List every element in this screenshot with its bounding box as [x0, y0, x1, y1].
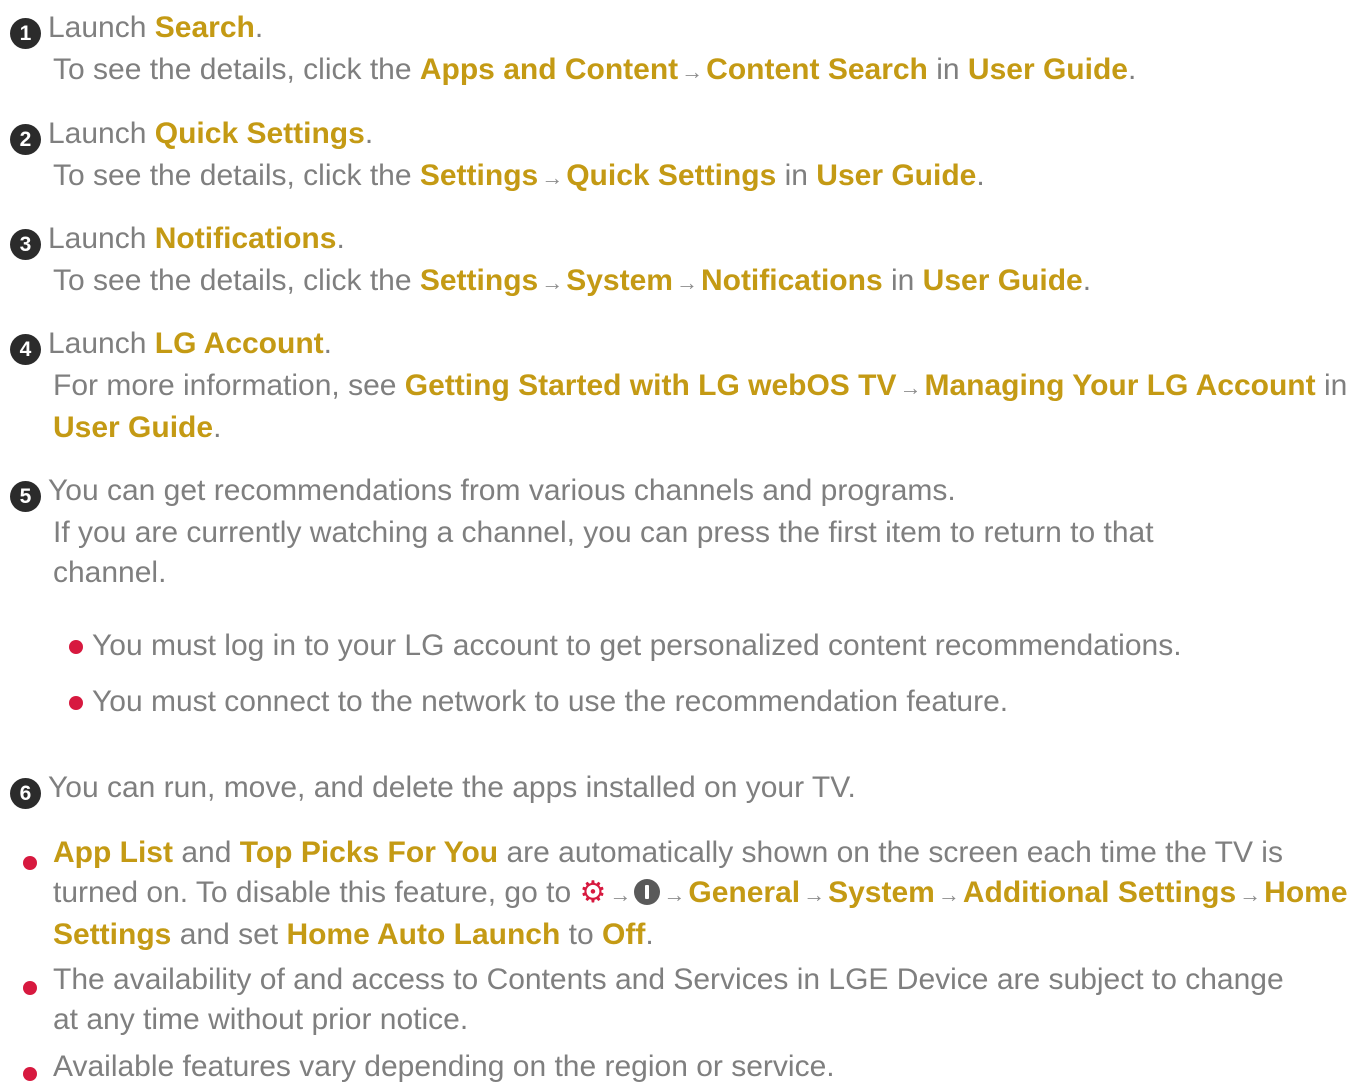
step-text: You can run, move, and delete the apps i…	[48, 771, 856, 804]
step-number-badge: 1	[10, 18, 41, 49]
step-number-badge: 5	[10, 481, 41, 512]
managing-account-link[interactable]: Managing Your LG Account	[925, 369, 1316, 402]
additional-settings-link[interactable]: Additional Settings	[963, 876, 1236, 909]
arrow-right-icon: →	[681, 59, 704, 84]
more-icon	[634, 879, 661, 905]
notifications-link[interactable]: Notifications	[155, 222, 337, 255]
step-2: 2 Launch Quick Settings.	[10, 114, 1355, 155]
step-text: You can get recommendations from various…	[48, 474, 956, 507]
bullet-icon	[23, 856, 37, 870]
arrow-right-icon: →	[609, 882, 632, 907]
list-item: You must log in to your LG account to ge…	[92, 629, 1182, 662]
step-3-detail: To see the details, click the Settings → S…	[53, 264, 1092, 297]
system-link[interactable]: System	[566, 264, 673, 297]
apps-and-content-link[interactable]: Apps and Content	[420, 53, 678, 86]
note-home-auto-launch: App List and Top Picks For You are autom…	[53, 836, 1348, 951]
step-2-detail: To see the details, click the Settings → Q…	[53, 159, 985, 192]
step-6: 6 You can run, move, and delete the apps …	[10, 768, 1355, 809]
step-5-detail: If you are currently watching a channel,…	[53, 516, 1154, 589]
arrow-right-icon: →	[1239, 882, 1262, 907]
user-guide-link[interactable]: User Guide	[816, 159, 976, 192]
notifications-link[interactable]: Notifications	[701, 264, 883, 297]
settings-link[interactable]: Settings	[420, 264, 538, 297]
top-picks-link[interactable]: Top Picks For You	[240, 836, 498, 869]
off-value: Off	[602, 918, 646, 951]
arrow-right-icon: →	[675, 270, 698, 295]
step-number-badge: 2	[10, 124, 41, 155]
list-item: You must connect to the network to use t…	[92, 685, 1009, 718]
settings-link[interactable]: Settings	[420, 159, 538, 192]
arrow-right-icon: →	[899, 375, 922, 400]
quick-settings-link[interactable]: Quick Settings	[155, 117, 365, 150]
step-text: Launch	[48, 11, 155, 44]
app-list-link[interactable]: App List	[53, 836, 173, 869]
content-search-link[interactable]: Content Search	[706, 53, 928, 86]
quick-settings-link[interactable]: Quick Settings	[566, 159, 776, 192]
arrow-right-icon: →	[663, 882, 686, 907]
search-link[interactable]: Search	[155, 11, 255, 44]
user-guide-link[interactable]: User Guide	[53, 411, 213, 444]
step-5: 5 You can get recommendations from variou…	[10, 471, 1355, 512]
user-guide-link[interactable]: User Guide	[968, 53, 1128, 86]
step-4: 4 Launch LG Account.	[10, 324, 1355, 365]
lg-account-link[interactable]: LG Account	[155, 327, 324, 360]
step-3: 3 Launch Notifications.	[10, 219, 1355, 260]
step-4-detail: For more information, see Getting Starte…	[53, 369, 1348, 444]
general-link[interactable]: General	[688, 876, 800, 909]
user-guide-link[interactable]: User Guide	[923, 264, 1083, 297]
step-1-detail: To see the details, click the Apps and C…	[53, 53, 1137, 86]
step-number-badge: 6	[10, 778, 41, 809]
note-availability: The availability of and access to Conten…	[53, 963, 1284, 1036]
getting-started-link[interactable]: Getting Started with LG webOS TV	[405, 369, 897, 402]
bullet-icon	[69, 696, 83, 710]
system-link[interactable]: System	[828, 876, 935, 909]
note-features: Available features vary depending on the…	[53, 1050, 835, 1083]
bullet-icon	[69, 640, 83, 654]
arrow-right-icon: →	[541, 270, 564, 295]
arrow-right-icon: →	[803, 882, 826, 907]
arrow-right-icon: →	[541, 165, 564, 190]
gear-icon: ⚙	[579, 876, 607, 909]
step-number-badge: 4	[10, 334, 41, 365]
arrow-right-icon: →	[937, 882, 960, 907]
step-1: 1 Launch Search.	[10, 8, 1355, 49]
bullet-icon	[23, 981, 37, 995]
home-auto-launch-link[interactable]: Home Auto Launch	[286, 918, 560, 951]
bullet-icon	[23, 1067, 37, 1081]
step-number-badge: 3	[10, 229, 41, 260]
